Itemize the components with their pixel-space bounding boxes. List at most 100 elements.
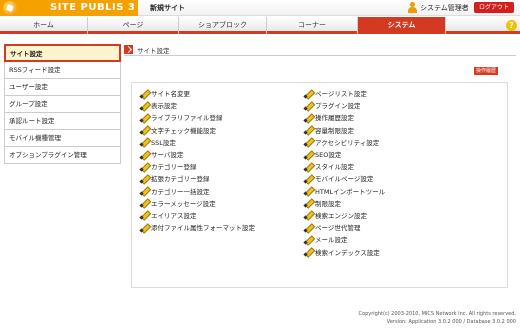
settings-link-label[interactable]: アクセシビリティ設定: [315, 137, 379, 147]
footer-copyright: Copyright(c) 2003-2010, MICS Network Inc…: [358, 311, 516, 317]
settings-link-label[interactable]: スタイル設定: [315, 161, 354, 171]
sidebar-item-rss-feed[interactable]: RSSフィード設定: [4, 62, 121, 79]
settings-link-label[interactable]: 文字チェック機能設定: [151, 125, 216, 135]
settings-link-label[interactable]: カテゴリー一括設定: [151, 186, 210, 196]
settings-link-label[interactable]: SSL設定: [151, 137, 176, 147]
nav-item-shared-blocks[interactable]: ショアブロック: [179, 17, 267, 34]
settings-link[interactable]: 添付ファイル属性フォーマット設定: [140, 221, 255, 233]
nav-item-home[interactable]: ホーム: [0, 17, 88, 34]
settings-link[interactable]: ライブラリファイル登録: [140, 111, 255, 123]
pencil-icon: [304, 235, 313, 244]
pencil-icon: [304, 113, 313, 122]
help-icon[interactable]: ?: [506, 20, 517, 31]
pencil-icon: [140, 223, 149, 232]
logo: SITE PUBLIS 3: [0, 0, 138, 16]
settings-link-label[interactable]: ページ世代管理: [315, 222, 360, 232]
pencil-icon: [304, 210, 313, 219]
sidebar-item-mobile-devices[interactable]: モバイル機種管理: [4, 130, 121, 147]
nav-item-corners[interactable]: コーナー: [267, 17, 358, 34]
settings-link[interactable]: HTMLインポートツール: [304, 185, 385, 197]
pencil-icon: [304, 186, 313, 195]
settings-link[interactable]: サーバ設定: [140, 148, 255, 160]
pencil-icon: [140, 162, 149, 171]
pencil-icon: [304, 101, 313, 110]
pencil-icon: [304, 174, 313, 183]
settings-link-label[interactable]: 拡張カテゴリー登録: [151, 173, 210, 183]
settings-link[interactable]: エラーメッセージ設定: [140, 197, 255, 209]
pencil-icon: [304, 89, 313, 98]
footer: Copyright(c) 2003-2010, MICS Network Inc…: [0, 310, 516, 326]
settings-link-label[interactable]: サーバ設定: [151, 149, 183, 159]
pencil-icon: [304, 198, 313, 207]
operation-history-link[interactable]: 操作履歴: [474, 67, 498, 75]
sidebar-item-site-settings[interactable]: サイト設定: [4, 44, 121, 62]
settings-link[interactable]: モバイルページ設定: [304, 172, 385, 184]
settings-link-label[interactable]: HTMLインポートツール: [315, 186, 385, 196]
settings-link[interactable]: ページリスト設定: [304, 87, 385, 99]
settings-panel: サイト名変更 表示設定ライブラリファイル登録 文字チェック機能設定 SSL設定サーバ設…: [131, 82, 508, 288]
pencil-icon: [304, 125, 313, 134]
settings-link[interactable]: ページ世代管理: [304, 221, 385, 233]
pencil-icon: [304, 162, 313, 171]
settings-link-label[interactable]: 制限設定: [315, 198, 341, 208]
nav-item-system[interactable]: システム: [358, 17, 446, 34]
settings-link-label[interactable]: エラーメッセージ設定: [151, 198, 216, 208]
sidebar-item-option-plugins[interactable]: オプションプラグイン管理: [4, 147, 121, 164]
settings-link[interactable]: 拡張カテゴリー登録: [140, 172, 255, 184]
settings-link[interactable]: 検索エンジン設定: [304, 209, 385, 221]
pencil-icon: [304, 247, 313, 256]
settings-link-label[interactable]: 検索エンジン設定: [315, 210, 367, 220]
pencil-icon: [140, 174, 149, 183]
settings-link-label[interactable]: 表示設定: [151, 100, 177, 110]
settings-link[interactable]: スタイル設定: [304, 160, 385, 172]
settings-link[interactable]: サイト名変更: [140, 87, 255, 99]
settings-link[interactable]: 操作履歴設定: [304, 111, 385, 123]
settings-link[interactable]: カテゴリー登録: [140, 160, 255, 172]
settings-link[interactable]: エイリアス設定: [140, 209, 255, 221]
pencil-icon: [140, 186, 149, 195]
settings-link[interactable]: アクセシビリティ設定: [304, 136, 385, 148]
settings-link-label[interactable]: 検索インデックス設定: [315, 247, 380, 257]
user-name: システム管理者: [420, 4, 469, 12]
footer-version: Version: Application 3.0.2 000 / Databas…: [386, 319, 516, 325]
settings-link-label[interactable]: プラグイン設定: [315, 100, 361, 110]
top-bar: SITE PUBLIS 3 新規サイト システム管理者 ログアウト: [0, 0, 520, 16]
pencil-icon: [140, 210, 149, 219]
settings-link[interactable]: SEO設定: [304, 148, 385, 160]
pencil-icon: [304, 137, 313, 146]
sidebar-item-approval-route[interactable]: 承認ルート設定: [4, 113, 121, 130]
site-name: 新規サイト: [150, 4, 185, 12]
sidebar-item-users[interactable]: ユーザー設定: [4, 79, 121, 96]
settings-link[interactable]: SSL設定: [140, 136, 255, 148]
settings-link-label[interactable]: モバイルページ設定: [315, 173, 373, 183]
settings-link[interactable]: プラグイン設定: [304, 99, 385, 111]
settings-link[interactable]: 容量制限設定: [304, 124, 385, 136]
logout-button[interactable]: ログアウト: [474, 2, 514, 13]
nav-item-pages[interactable]: ページ: [88, 17, 179, 34]
sidebar-item-groups[interactable]: グループ設定: [4, 96, 121, 113]
settings-link-label[interactable]: ページリスト設定: [315, 88, 367, 98]
settings-link[interactable]: 制限設定: [304, 197, 385, 209]
pencil-icon: [140, 89, 149, 98]
settings-link-label[interactable]: ライブラリファイル登録: [151, 112, 223, 122]
pencil-icon: [140, 101, 149, 110]
settings-link[interactable]: メール設定: [304, 233, 385, 245]
settings-link-label[interactable]: SEO設定: [315, 149, 341, 159]
user-icon: [407, 2, 417, 13]
pencil-icon: [140, 113, 149, 122]
settings-link-label[interactable]: 操作履歴設定: [315, 112, 354, 122]
settings-links-left: サイト名変更 表示設定ライブラリファイル登録 文字チェック機能設定 SSL設定サーバ設…: [140, 87, 255, 233]
settings-link[interactable]: 検索インデックス設定: [304, 245, 385, 257]
settings-link-label[interactable]: カテゴリー登録: [151, 161, 197, 171]
settings-link[interactable]: カテゴリー一括設定: [140, 185, 255, 197]
settings-link-label[interactable]: メール設定: [315, 234, 348, 244]
settings-link-label[interactable]: 容量制限設定: [315, 125, 354, 135]
settings-link-label[interactable]: エイリアス設定: [151, 210, 197, 220]
settings-links-right: ページリスト設定 プラグイン設定 操作履歴設定 容量制限設定アクセシビリティ設定 SEO…: [304, 87, 385, 258]
settings-link-label[interactable]: サイト名変更: [151, 88, 190, 98]
settings-link-label[interactable]: 添付ファイル属性フォーマット設定: [151, 222, 255, 232]
logo-text: SITE PUBLIS 3: [50, 2, 136, 13]
pencil-icon: [140, 137, 149, 146]
settings-link[interactable]: 文字チェック機能設定: [140, 124, 255, 136]
settings-link[interactable]: 表示設定: [140, 99, 255, 111]
